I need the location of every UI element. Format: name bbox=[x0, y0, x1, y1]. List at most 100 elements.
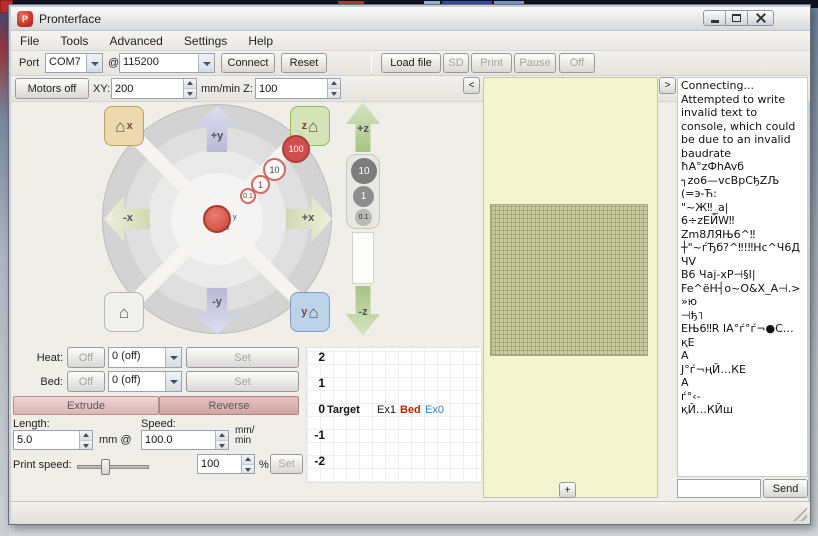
sd-button[interactable]: SD bbox=[443, 53, 469, 73]
maximize-button[interactable] bbox=[725, 10, 748, 26]
heat-set-button[interactable]: Set bbox=[186, 347, 299, 368]
collapse-left-panel-button[interactable]: < bbox=[463, 77, 480, 94]
print-speed-spinner bbox=[241, 455, 254, 473]
send-button[interactable]: Send bbox=[763, 479, 808, 498]
heat-temp-value: 0 (off) bbox=[109, 348, 165, 367]
heat-off-button[interactable]: Off bbox=[67, 347, 105, 368]
graph-tick: 2 bbox=[307, 350, 325, 364]
home-y-button[interactable]: y ⌂ bbox=[290, 292, 330, 332]
extrude-length-input[interactable] bbox=[14, 431, 79, 449]
off-button[interactable]: Off bbox=[559, 53, 595, 73]
viewer-add-button[interactable]: + bbox=[559, 482, 576, 498]
graph-tick: 0 bbox=[307, 402, 325, 416]
print-bed-grid bbox=[490, 204, 648, 356]
home-icon: ⌂ bbox=[308, 304, 318, 321]
connect-button[interactable]: Connect bbox=[221, 53, 275, 73]
graph-tick: -1 bbox=[307, 428, 325, 442]
z-step-1[interactable]: 1 bbox=[353, 186, 374, 207]
gcode-viewer[interactable] bbox=[483, 77, 658, 498]
baudrate-select[interactable]: 115200 bbox=[119, 53, 215, 73]
print-button[interactable]: Print bbox=[471, 53, 512, 73]
spin-up-button[interactable] bbox=[328, 79, 340, 89]
print-speed-set-button[interactable]: Set bbox=[270, 454, 303, 474]
menu-help[interactable]: Help bbox=[239, 31, 282, 51]
xy-feedrate-input[interactable] bbox=[112, 79, 183, 98]
z-slider-track[interactable] bbox=[352, 232, 374, 284]
chevron-down-icon[interactable] bbox=[86, 54, 102, 72]
chevron-down-icon[interactable] bbox=[165, 348, 181, 367]
spin-down-button[interactable] bbox=[328, 89, 340, 98]
app-icon: P bbox=[17, 11, 33, 27]
z-step-10[interactable]: 10 bbox=[351, 158, 377, 184]
bed-label: Bed: bbox=[23, 376, 63, 388]
bed-off-button[interactable]: Off bbox=[67, 371, 105, 392]
z-feedrate-label: mm/min Z: bbox=[201, 83, 253, 95]
bed-temp-value: 0 (off) bbox=[109, 372, 165, 391]
menu-tools[interactable]: Tools bbox=[51, 31, 97, 51]
chevron-down-icon[interactable] bbox=[165, 372, 181, 391]
spin-up-button[interactable] bbox=[242, 455, 254, 465]
toolbar-separator bbox=[371, 53, 372, 73]
close-button[interactable] bbox=[747, 10, 774, 26]
spin-down-button[interactable] bbox=[184, 89, 196, 98]
app-icon-letter: P bbox=[22, 14, 28, 24]
extrude-button[interactable]: Extrude bbox=[13, 396, 159, 415]
reset-button[interactable]: Reset bbox=[281, 53, 327, 73]
print-speed-slider-handle[interactable] bbox=[101, 459, 110, 475]
jog-plus-x-label: +x bbox=[288, 212, 328, 224]
spin-up-button[interactable] bbox=[216, 431, 228, 441]
at-label: @ bbox=[108, 57, 119, 69]
spin-down-button[interactable] bbox=[242, 465, 254, 474]
motors-off-button[interactable]: Motors off bbox=[15, 78, 89, 99]
chevron-down-icon[interactable] bbox=[198, 54, 214, 72]
minimize-button[interactable] bbox=[703, 10, 726, 26]
bed-set-button[interactable]: Set bbox=[186, 371, 299, 392]
center-axis-y-label: y bbox=[233, 214, 237, 221]
pause-button[interactable]: Pause bbox=[514, 53, 556, 73]
desktop: P Pronterface File Tools Advanced Settin… bbox=[0, 0, 818, 536]
close-icon bbox=[756, 13, 766, 23]
temp-graph: 2 1 0 -1 -2 Target Ex1 Bed Ex0 bbox=[306, 347, 482, 483]
port-value: COM7 bbox=[46, 54, 86, 72]
load-file-button[interactable]: Load file bbox=[381, 53, 441, 73]
home-x-button[interactable]: ⌂ x bbox=[104, 106, 144, 146]
reverse-button[interactable]: Reverse bbox=[159, 396, 299, 415]
menu-advanced[interactable]: Advanced bbox=[100, 31, 171, 51]
print-speed-input[interactable] bbox=[198, 455, 241, 473]
speed-unit-label-2: min bbox=[235, 435, 251, 446]
connection-toolbar: Port COM7 @ 115200 Connect Reset Load fi… bbox=[11, 51, 810, 76]
center-axis-x-label: x bbox=[226, 225, 230, 232]
legend-target: Target bbox=[327, 404, 360, 416]
heat-temp-select[interactable]: 0 (off) bbox=[108, 347, 182, 368]
minimize-icon bbox=[711, 20, 719, 23]
extrude-length-field bbox=[13, 430, 93, 450]
legend-ex0: Ex0 bbox=[425, 404, 444, 416]
menu-settings[interactable]: Settings bbox=[175, 31, 236, 51]
z-feedrate-field bbox=[255, 78, 341, 99]
port-select[interactable]: COM7 bbox=[45, 53, 103, 73]
print-speed-slider-track[interactable] bbox=[77, 465, 149, 469]
jog-distance-100[interactable]: 100 bbox=[282, 135, 310, 163]
spin-up-button[interactable] bbox=[80, 431, 92, 441]
heat-label: Heat: bbox=[23, 352, 63, 364]
home-all-button[interactable]: ⌂ bbox=[104, 292, 144, 332]
collapse-right-panel-button[interactable]: > bbox=[659, 77, 676, 94]
z-feedrate-input[interactable] bbox=[256, 79, 327, 98]
resize-grip[interactable] bbox=[793, 507, 807, 521]
extrude-speed-field bbox=[141, 430, 229, 450]
xy-feedrate-spinner bbox=[183, 79, 196, 98]
console-log[interactable]: Connecting... Attempted to write invalid… bbox=[677, 77, 808, 477]
xy-feedrate-label: XY: bbox=[93, 83, 110, 95]
jog-minus-y-label: -y bbox=[194, 296, 240, 308]
titlebar[interactable]: P Pronterface bbox=[11, 7, 810, 31]
menu-file[interactable]: File bbox=[11, 31, 48, 51]
extrude-speed-input[interactable] bbox=[142, 431, 215, 449]
bed-temp-select[interactable]: 0 (off) bbox=[108, 371, 182, 392]
spin-down-button[interactable] bbox=[80, 441, 92, 450]
jog-distance-01[interactable]: 0.1 bbox=[240, 188, 256, 204]
spin-down-button[interactable] bbox=[216, 441, 228, 450]
z-step-01[interactable]: 0.1 bbox=[355, 209, 372, 226]
command-input[interactable] bbox=[677, 479, 761, 498]
jog-plus-y-label: +y bbox=[194, 130, 240, 142]
spin-up-button[interactable] bbox=[184, 79, 196, 89]
